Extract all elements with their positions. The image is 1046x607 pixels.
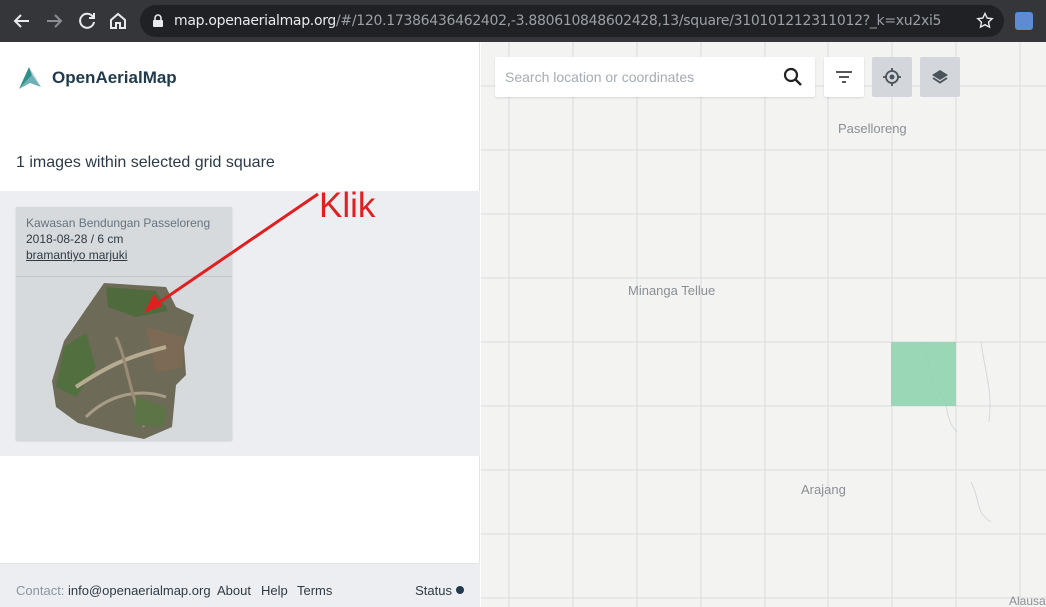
footer-link-terms[interactable]: Terms xyxy=(297,583,332,598)
url-domain: map.openaerialmap.org xyxy=(174,13,337,29)
reload-icon[interactable] xyxy=(74,8,100,34)
forward-arrow-icon[interactable] xyxy=(41,8,67,34)
locate-button[interactable] xyxy=(872,57,912,97)
map-search xyxy=(495,57,815,97)
map-label-arajang: Arajang xyxy=(801,482,846,497)
lock-icon xyxy=(153,14,163,27)
url-path: /#/120.17386436462402,-3.880610848602428… xyxy=(336,13,942,29)
home-icon[interactable] xyxy=(105,8,131,34)
status-dot-icon xyxy=(456,586,464,594)
footer-link-about[interactable]: About xyxy=(217,583,251,598)
footer-link-help[interactable]: Help xyxy=(261,583,288,598)
address-bar[interactable]: map.openaerialmap.org/#/120.173864364624… xyxy=(140,5,1004,37)
results-heading: 1 images within selected grid square xyxy=(16,154,275,171)
url-text: map.openaerialmap.org/#/120.173864364624… xyxy=(174,13,941,29)
logo-mark-icon xyxy=(19,67,41,89)
layers-button[interactable] xyxy=(920,57,960,97)
star-icon[interactable] xyxy=(976,12,994,30)
layers-icon xyxy=(932,70,948,84)
map-label-alausa: Alausa xyxy=(1009,594,1046,607)
contact-label: Contact: xyxy=(16,583,65,598)
sidebar: OpenAerialMap 1 images within selected g… xyxy=(0,42,480,607)
app-logo[interactable]: OpenAerialMap xyxy=(16,62,177,94)
map-grid xyxy=(481,42,1046,607)
map-label-paselloreng: Paselloreng xyxy=(838,121,907,136)
status-link[interactable]: Status xyxy=(415,583,464,598)
selected-grid-square[interactable] xyxy=(891,342,956,406)
search-input[interactable] xyxy=(505,66,775,88)
contact-email-link[interactable]: info@openaerialmap.org xyxy=(68,583,211,598)
search-icon[interactable] xyxy=(783,67,803,87)
translate-extension-icon[interactable] xyxy=(1015,12,1033,30)
filter-icon xyxy=(836,71,852,83)
map-label-minanga-tellue: Minanga Tellue xyxy=(628,283,716,298)
map-view[interactable]: Paselloreng Minanga Tellue Arajang Alaus… xyxy=(481,42,1046,607)
back-arrow-icon[interactable] xyxy=(9,8,35,34)
filter-button[interactable] xyxy=(824,57,864,97)
browser-toolbar: map.openaerialmap.org/#/120.173864364624… xyxy=(0,0,1046,42)
status-label: Status xyxy=(415,583,452,598)
footer: Contact: info@openaerialmap.org About He… xyxy=(0,563,480,607)
annotation-label: Klik xyxy=(319,186,376,225)
locate-icon xyxy=(883,68,901,86)
app-name: OpenAerialMap xyxy=(52,68,177,87)
